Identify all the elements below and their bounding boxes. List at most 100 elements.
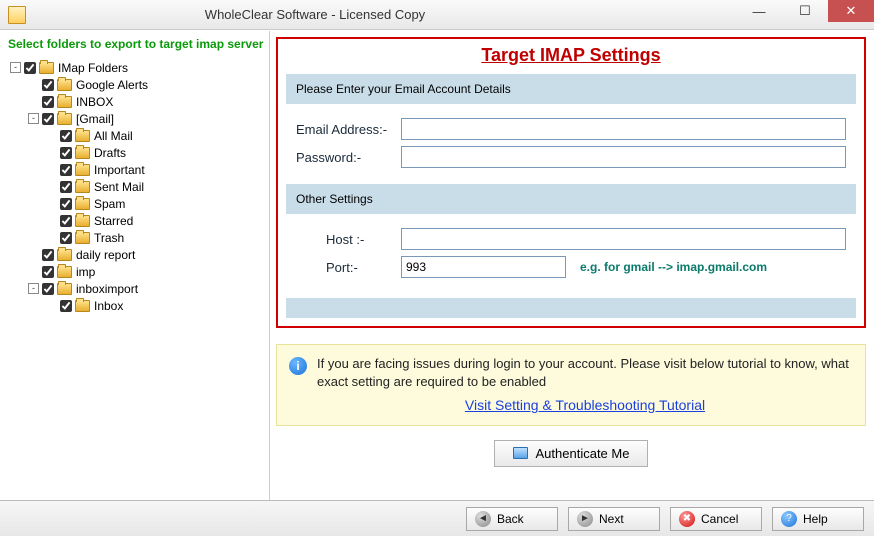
help-icon: ? <box>781 511 797 527</box>
tree-node[interactable]: INBOX <box>6 93 263 110</box>
info-icon: i <box>289 357 307 375</box>
folder-icon <box>39 62 54 74</box>
folder-label: Sent Mail <box>94 180 144 194</box>
maximize-button[interactable]: ☐ <box>782 0 828 22</box>
port-hint: e.g. for gmail --> imap.gmail.com <box>580 260 767 274</box>
tree-node[interactable]: imp <box>6 263 263 280</box>
folder-icon <box>75 300 90 312</box>
folder-icon <box>57 266 72 278</box>
account-section-header: Please Enter your Email Account Details <box>286 74 856 104</box>
titlebar: WholeClear Software - Licensed Copy — ☐ … <box>0 0 874 30</box>
folder-checkbox[interactable] <box>24 62 36 74</box>
folder-icon <box>75 130 90 142</box>
folder-checkbox[interactable] <box>60 130 72 142</box>
folder-icon <box>57 249 72 261</box>
tree-node[interactable]: Important <box>6 161 263 178</box>
folder-label: Drafts <box>94 146 126 160</box>
back-button[interactable]: ◄ Back <box>466 507 558 531</box>
folder-icon <box>75 164 90 176</box>
info-text: If you are facing issues during login to… <box>317 356 849 389</box>
folder-label: inboximport <box>76 282 138 296</box>
expander-icon[interactable]: - <box>10 62 21 73</box>
auth-area: Authenticate Me <box>276 440 866 467</box>
folder-checkbox[interactable] <box>42 113 54 125</box>
target-imap-box: Target IMAP Settings Please Enter your E… <box>276 37 866 328</box>
folder-icon <box>75 181 90 193</box>
folder-icon <box>75 215 90 227</box>
folder-icon <box>57 96 72 108</box>
folder-icon <box>57 79 72 91</box>
other-section-label: Other Settings <box>296 192 373 206</box>
authenticate-label: Authenticate Me <box>536 446 630 461</box>
next-button[interactable]: ► Next <box>568 507 660 531</box>
tree-node[interactable]: Drafts <box>6 144 263 161</box>
folder-checkbox[interactable] <box>42 266 54 278</box>
next-label: Next <box>599 512 624 526</box>
settings-title: Target IMAP Settings <box>286 45 856 66</box>
other-section-body: Host :- Port:- e.g. for gmail --> imap.g… <box>286 218 856 294</box>
folder-checkbox[interactable] <box>42 96 54 108</box>
help-button[interactable]: ? Help <box>772 507 864 531</box>
folder-icon <box>513 447 528 459</box>
tree-node[interactable]: - [Gmail] <box>6 110 263 127</box>
help-label: Help <box>803 512 828 526</box>
folder-checkbox[interactable] <box>42 249 54 261</box>
folder-icon <box>75 232 90 244</box>
email-label: Email Address:- <box>296 122 401 137</box>
tree-node[interactable]: - inboximport <box>6 280 263 297</box>
tree-node[interactable]: - IMap Folders <box>6 59 263 76</box>
password-field[interactable] <box>401 146 846 168</box>
expander-icon[interactable]: - <box>28 113 39 124</box>
tree-node[interactable]: Starred <box>6 212 263 229</box>
tree-node[interactable]: Sent Mail <box>6 178 263 195</box>
left-panel: Select folders to export to target imap … <box>0 31 270 500</box>
folder-checkbox[interactable] <box>60 215 72 227</box>
authenticate-button[interactable]: Authenticate Me <box>494 440 649 467</box>
tree-node[interactable]: daily report <box>6 246 263 263</box>
folder-label: imp <box>76 265 95 279</box>
folder-checkbox[interactable] <box>60 300 72 312</box>
folder-label: All Mail <box>94 129 133 143</box>
host-field[interactable] <box>401 228 846 250</box>
folder-label: [Gmail] <box>76 112 114 126</box>
folder-checkbox[interactable] <box>42 283 54 295</box>
folder-icon <box>57 113 72 125</box>
folder-checkbox[interactable] <box>60 198 72 210</box>
folder-icon <box>75 198 90 210</box>
back-label: Back <box>497 512 524 526</box>
cancel-icon: ✖ <box>679 511 695 527</box>
other-section-header: Other Settings <box>286 184 856 214</box>
folder-checkbox[interactable] <box>60 147 72 159</box>
cancel-label: Cancel <box>701 512 738 526</box>
folder-label: Google Alerts <box>76 78 148 92</box>
tree-node[interactable]: All Mail <box>6 127 263 144</box>
port-field[interactable] <box>401 256 566 278</box>
folder-label: IMap Folders <box>58 61 128 75</box>
email-field[interactable] <box>401 118 846 140</box>
right-panel: Target IMAP Settings Please Enter your E… <box>270 31 874 500</box>
blue-strip <box>286 298 856 318</box>
folder-label: Spam <box>94 197 125 211</box>
info-body: If you are facing issues during login to… <box>317 355 853 415</box>
expander-icon[interactable]: - <box>28 283 39 294</box>
folder-checkbox[interactable] <box>42 79 54 91</box>
folder-icon <box>57 283 72 295</box>
folder-tree[interactable]: - IMap Folders Google AlertsINBOX - [Gmail] A… <box>4 55 265 494</box>
folder-checkbox[interactable] <box>60 232 72 244</box>
next-icon: ► <box>577 511 593 527</box>
password-label: Password:- <box>296 150 401 165</box>
tree-node[interactable]: Inbox <box>6 297 263 314</box>
folder-checkbox[interactable] <box>60 181 72 193</box>
tree-node[interactable]: Trash <box>6 229 263 246</box>
tree-node[interactable]: Spam <box>6 195 263 212</box>
window-title: WholeClear Software - Licensed Copy <box>34 7 736 22</box>
port-label: Port:- <box>296 260 401 275</box>
folder-label: Inbox <box>94 299 123 313</box>
window-controls: — ☐ ✕ <box>736 0 874 22</box>
cancel-button[interactable]: ✖ Cancel <box>670 507 762 531</box>
close-button[interactable]: ✕ <box>828 0 874 22</box>
tutorial-link[interactable]: Visit Setting & Troubleshooting Tutorial <box>317 396 853 415</box>
minimize-button[interactable]: — <box>736 0 782 22</box>
tree-node[interactable]: Google Alerts <box>6 76 263 93</box>
folder-checkbox[interactable] <box>60 164 72 176</box>
